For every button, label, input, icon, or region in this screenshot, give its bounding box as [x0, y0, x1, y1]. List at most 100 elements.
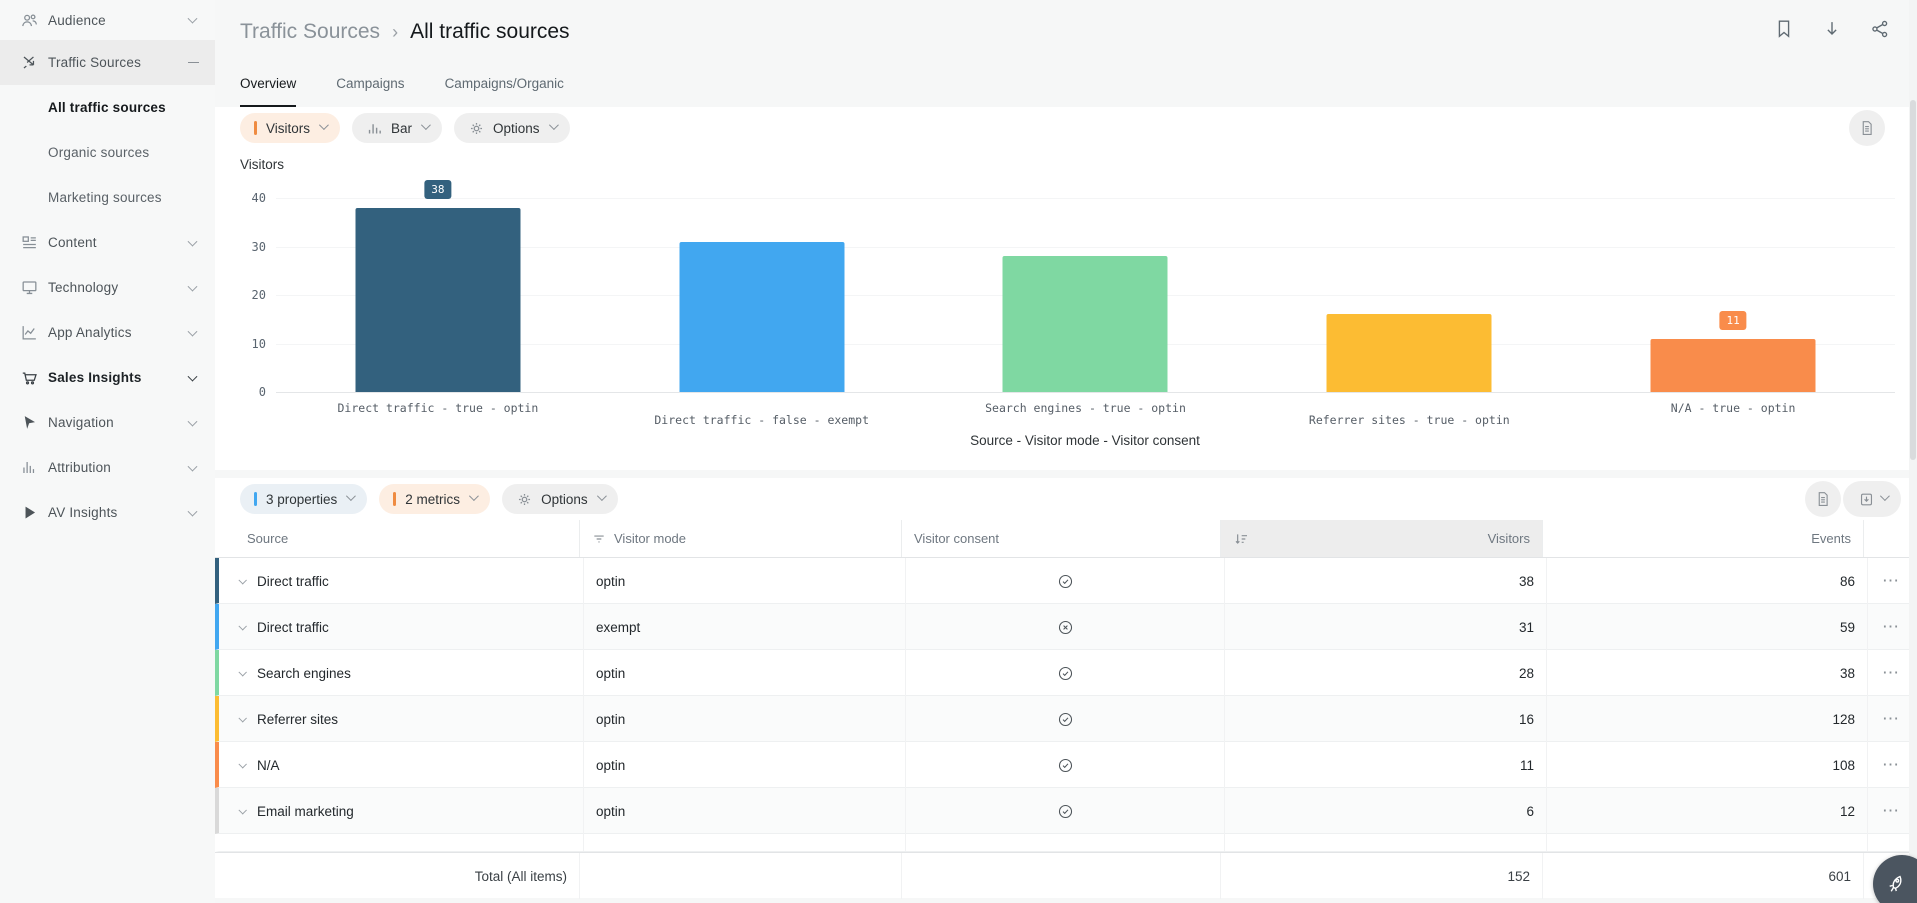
expand-chevron-icon[interactable]: [238, 576, 246, 584]
source-cell[interactable]: N/A: [257, 758, 280, 773]
metric-accent-bar: [254, 121, 257, 135]
x-category-label: N/A - true - optin: [1571, 401, 1895, 415]
source-cell[interactable]: Referrer sites: [257, 712, 338, 727]
chart-options-label: Options: [493, 121, 540, 136]
visitor-mode-cell: optin: [584, 558, 906, 604]
table-row[interactable]: Direct traffic exempt 31 59: [215, 604, 1909, 650]
row-actions-icon[interactable]: [1868, 742, 1913, 788]
bar-referrer-sites[interactable]: [1327, 314, 1492, 392]
consent-check-icon: [1057, 757, 1074, 774]
table-row[interactable]: Search engines optin 28 38: [215, 650, 1909, 696]
events-cell: 12: [1547, 788, 1868, 834]
source-cell[interactable]: Direct traffic: [257, 620, 329, 635]
source-cell[interactable]: Search engines: [257, 666, 351, 681]
breadcrumb-section[interactable]: Traffic Sources: [240, 20, 380, 44]
metrics-selector[interactable]: 2 metrics: [379, 484, 490, 514]
y-tick: 30: [240, 240, 266, 254]
collapse-minus-icon[interactable]: [188, 62, 199, 63]
source-cell[interactable]: Email marketing: [257, 804, 354, 819]
expand-chevron-icon[interactable]: [238, 622, 246, 630]
cursor-icon: [20, 413, 39, 432]
row-actions-icon[interactable]: [1868, 604, 1913, 650]
table-options-button[interactable]: Options: [502, 484, 618, 514]
properties-label: 3 properties: [266, 492, 337, 507]
visitor-mode-cell: optin: [584, 788, 906, 834]
scrollbar-thumb[interactable]: [1910, 100, 1916, 460]
metrics-label: 2 metrics: [405, 492, 460, 507]
properties-selector[interactable]: 3 properties: [240, 484, 367, 514]
chevron-down-icon: [188, 236, 198, 246]
tab-overview[interactable]: Overview: [240, 76, 296, 107]
sidebar-item-audience[interactable]: Audience: [0, 0, 215, 40]
sidebar-item-label: Content: [48, 235, 97, 250]
sidebar-item-content[interactable]: Content: [0, 220, 215, 265]
bookmark-icon[interactable]: [1773, 18, 1795, 40]
expand-chevron-icon[interactable]: [238, 714, 246, 722]
sidebar-item-traffic-sources[interactable]: Traffic Sources: [0, 40, 215, 85]
sidebar-item-label: AV Insights: [48, 505, 117, 520]
metrics-accent-bar: [393, 492, 396, 506]
sidebar-item-label: Technology: [48, 280, 118, 295]
sidebar-item-label: Marketing sources: [48, 190, 162, 205]
row-actions-icon[interactable]: [1868, 558, 1913, 604]
row-actions-icon[interactable]: [1868, 650, 1913, 696]
sidebar-item-all-traffic-sources[interactable]: All traffic sources: [0, 85, 215, 130]
column-header-visitors[interactable]: Visitors: [1221, 520, 1543, 557]
chevron-down-icon: [188, 326, 198, 336]
expand-chevron-icon[interactable]: [238, 806, 246, 814]
tab-campaigns[interactable]: Campaigns: [336, 76, 404, 107]
bar-direct-traffic-exempt[interactable]: [679, 242, 844, 392]
consent-check-icon: [1057, 573, 1074, 590]
sidebar-item-marketing-sources[interactable]: Marketing sources: [0, 175, 215, 220]
expand-chevron-icon[interactable]: [238, 760, 246, 768]
page-scrollbar[interactable]: [1909, 0, 1917, 903]
events-cell: 38: [1547, 650, 1868, 696]
events-cell: 128: [1547, 696, 1868, 742]
tab-campaigns-organic[interactable]: Campaigns/Organic: [445, 76, 564, 107]
row-actions-icon[interactable]: [1868, 788, 1913, 834]
visitors-cell: 6: [1225, 788, 1547, 834]
chart-options-button[interactable]: Options: [454, 113, 570, 143]
chevron-down-icon: [319, 120, 329, 130]
bar-na[interactable]: [1651, 339, 1816, 392]
source-cell[interactable]: Direct traffic: [257, 574, 329, 589]
download-icon[interactable]: [1821, 18, 1843, 40]
sidebar-item-app-analytics[interactable]: App Analytics: [0, 310, 215, 355]
x-category-label: Direct traffic - false - exempt: [600, 413, 924, 427]
consent-check-icon: [1057, 711, 1074, 728]
bar-search-engines[interactable]: [1003, 256, 1168, 392]
column-header-visitor-consent[interactable]: Visitor consent: [902, 520, 1221, 557]
column-header-source[interactable]: Source: [215, 520, 580, 557]
row-actions-icon[interactable]: [1868, 696, 1913, 742]
sidebar-item-technology[interactable]: Technology: [0, 265, 215, 310]
sidebar-item-label: Navigation: [48, 415, 114, 430]
table-header: Source Visitor mode Visitor consent Visi…: [215, 520, 1909, 558]
sidebar-item-sales-insights[interactable]: Sales Insights: [0, 355, 215, 400]
sidebar-item-organic-sources[interactable]: Organic sources: [0, 130, 215, 175]
sidebar-item-navigation[interactable]: Navigation: [0, 400, 215, 445]
table-report-note-button[interactable]: [1805, 481, 1841, 517]
column-header-visitor-mode[interactable]: Visitor mode: [580, 520, 902, 557]
events-cell: 108: [1547, 742, 1868, 788]
bar-direct-traffic-optin[interactable]: [355, 208, 520, 392]
table-export-button[interactable]: [1843, 481, 1901, 517]
page-header: Traffic Sources › All traffic sources Ov…: [215, 0, 1917, 107]
chevron-down-icon: [597, 491, 607, 501]
sidebar-item-av-insights[interactable]: AV Insights: [0, 490, 215, 535]
sidebar-item-attribution[interactable]: Attribution: [0, 445, 215, 490]
table-row[interactable]: Email marketing optin 6 12: [215, 788, 1909, 834]
table-row[interactable]: N/A optin 11 108: [215, 742, 1909, 788]
chevron-down-icon: [188, 416, 198, 426]
gear-icon: [516, 491, 533, 508]
chart-type-selector[interactable]: Bar: [352, 113, 442, 143]
column-header-events[interactable]: Events: [1543, 520, 1864, 557]
table-row[interactable]: Direct traffic optin 38 86: [215, 558, 1909, 604]
expand-chevron-icon[interactable]: [238, 668, 246, 676]
metric-selector[interactable]: Visitors: [240, 113, 340, 143]
x-category-label: Direct traffic - true - optin: [276, 401, 600, 415]
visitors-cell: 31: [1225, 604, 1547, 650]
share-icon[interactable]: [1869, 18, 1891, 40]
table-row[interactable]: Referrer sites optin 16 128: [215, 696, 1909, 742]
visitors-cell: 11: [1225, 742, 1547, 788]
chart-report-note-button[interactable]: [1849, 110, 1885, 146]
